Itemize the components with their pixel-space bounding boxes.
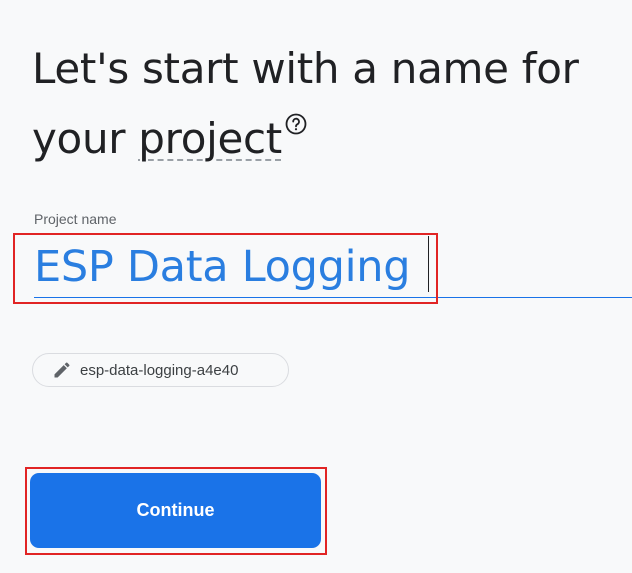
heading-project-term[interactable]: project bbox=[138, 114, 282, 163]
project-id-text: esp-data-logging-a4e40 bbox=[80, 361, 239, 379]
page-heading: Let's start with a name for your project bbox=[32, 34, 627, 174]
project-name-input[interactable] bbox=[34, 236, 632, 298]
project-name-label: Project name bbox=[34, 211, 117, 227]
heading-line-2-prefix: your bbox=[32, 114, 139, 163]
help-icon[interactable] bbox=[284, 112, 308, 136]
project-id-chip[interactable]: esp-data-logging-a4e40 bbox=[32, 353, 289, 387]
heading-line-2: your project bbox=[32, 104, 627, 174]
heading-line-1: Let's start with a name for bbox=[32, 44, 579, 93]
continue-button[interactable]: Continue bbox=[30, 473, 321, 548]
pencil-icon bbox=[54, 362, 70, 378]
text-cursor bbox=[428, 236, 429, 292]
